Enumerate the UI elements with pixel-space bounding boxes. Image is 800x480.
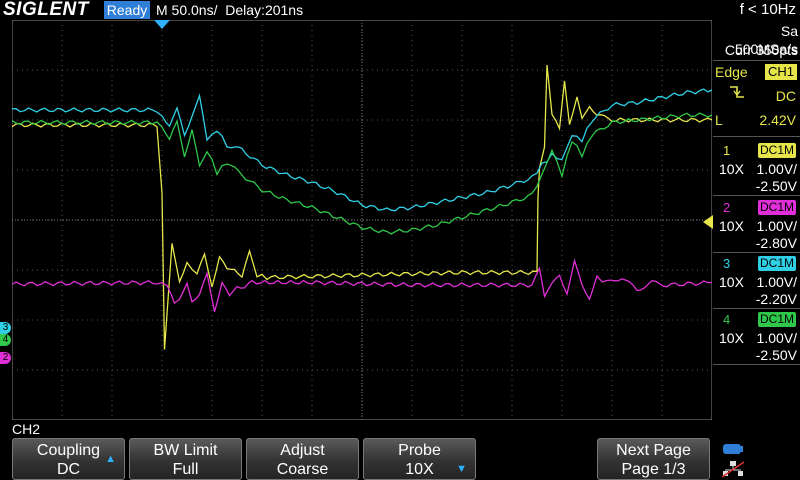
waveform-plot [11,19,713,421]
menu-title: CH2 [12,421,41,437]
divider [713,195,800,196]
channel-number: 3 [723,256,731,271]
vertical-offset: -2.80V [755,235,797,251]
channel-1-info[interactable]: 1 DC1M 10X 1.00V/-2.50V [713,141,800,196]
trigger-mode: L [715,112,723,128]
channel-2-info[interactable]: 2 DC1M 10X 1.00V/-2.80V [713,198,800,253]
adjust-value: Coarse [276,461,329,478]
usb-icon [723,444,743,454]
waveform-display[interactable] [11,19,713,421]
next-page-softkey[interactable]: Next Page Page 1/3 [597,438,710,480]
next-page-value: Page 1/3 [621,461,686,478]
memory-depth: Curr 350pts [724,42,798,58]
down-arrow-icon: ▼ [456,463,467,475]
bw-limit-value: Full [172,461,199,478]
channel-coupling-badge: DC1M [758,256,797,271]
trigger-panel[interactable]: Edge CH1 DC L 2.42V [713,61,800,133]
adjust-label: Adjust [280,442,325,459]
channel-number: 4 [723,312,731,327]
probe-softkey[interactable]: Probe 10X ▼ [363,438,476,480]
trigger-type: Edge [715,64,748,80]
ch4-ground-marker[interactable]: 4 [0,334,11,346]
network-icon [722,461,744,478]
channel-number: 2 [723,200,731,215]
adjust-softkey[interactable]: Adjust Coarse [246,438,359,480]
ch3-ground-marker[interactable]: 3 [0,322,11,334]
bw-limit-softkey[interactable]: BW Limit Full [129,438,242,480]
vertical-scale: 1.00V/ [756,218,797,234]
trigger-position-marker[interactable] [154,20,170,29]
channel-coupling-badge: DC1M [758,200,797,215]
vertical-scale: 1.00V/ [756,161,797,177]
trigger-source-badge: CH1 [765,64,798,80]
channel-3-info[interactable]: 3 DC1M 10X 1.00V/-2.20V [713,254,800,309]
timebase-readout[interactable]: M 50.0ns/ Delay:201ns [156,0,303,20]
brand-logo: SIGLENT [3,0,89,20]
divider [713,252,800,253]
divider [713,364,800,365]
up-arrow-icon: ▲ [105,453,116,465]
channel-coupling-badge: DC1M [758,312,797,327]
probe-ratio: 10X [719,274,744,290]
vertical-offset: -2.50V [755,347,797,363]
divider [713,308,800,309]
probe-ratio: 10X [719,330,744,346]
coupling-softkey[interactable]: Coupling DC ▲ [12,438,125,480]
divider [713,136,800,137]
next-page-label: Next Page [616,442,691,459]
vertical-offset: -2.50V [755,178,797,194]
trigger-level: 2.42V [759,112,796,128]
trigger-level-marker[interactable] [703,215,713,229]
probe-ratio: 10X [719,161,744,177]
ch2-ground-marker[interactable]: 2 [0,352,11,364]
probe-ratio: 10X [719,218,744,234]
vertical-scale: 1.00V/ [756,330,797,346]
trigger-coupling: DC [775,88,796,104]
channel-number: 1 [723,143,731,158]
falling-edge-icon [730,86,744,98]
probe-label: Probe [398,442,441,459]
vertical-scale: 1.00V/ [756,274,797,290]
frequency-counter: f < 10Hz [739,1,796,18]
channel-coupling-badge: DC1M [758,143,797,158]
channel-4-info[interactable]: 4 DC1M 10X 1.00V/-2.50V [713,310,800,365]
vertical-offset: -2.20V [755,291,797,307]
bw-limit-label: BW Limit [153,442,218,459]
acquisition-status-badge: Ready [104,1,150,19]
